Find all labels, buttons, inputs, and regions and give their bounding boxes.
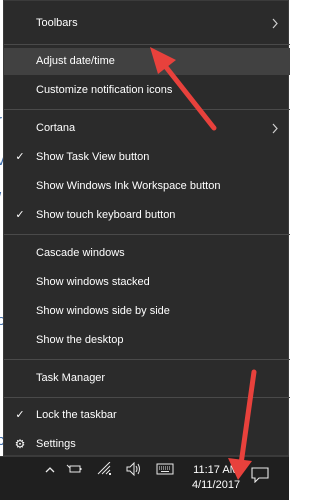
taskbar-clock[interactable]: 11:17 AM 4/11/2017 <box>188 463 244 493</box>
menu-item-show-windows-ink-workspace-button[interactable]: Show Windows Ink Workspace button <box>4 173 290 200</box>
battery-icon[interactable] <box>66 463 82 475</box>
menu-separator <box>4 44 290 45</box>
menu-item-adjust-date-time[interactable]: Adjust date/time <box>4 48 290 75</box>
menu-item-show-windows-side-by-side[interactable]: Show windows side by side <box>4 298 290 325</box>
checkmark-icon: ✓ <box>15 409 25 421</box>
clock-date: 4/11/2017 <box>191 479 241 491</box>
menu-item-show-the-desktop[interactable]: Show the desktop <box>4 327 290 354</box>
menu-item-toolbars[interactable]: Toolbars <box>4 10 290 37</box>
menu-separator <box>4 359 290 360</box>
menu-separator <box>4 234 290 235</box>
menu-item-settings[interactable]: ⚙ Settings <box>4 431 290 458</box>
menu-item-cascade-windows[interactable]: Cascade windows <box>4 240 290 267</box>
menu-item-label: Cortana <box>36 122 76 134</box>
menu-item-show-touch-keyboard-button[interactable]: ✓ Show touch keyboard button <box>4 202 290 229</box>
menu-item-label: Show Windows Ink Workspace button <box>36 180 221 192</box>
chevron-up-icon[interactable] <box>45 466 55 474</box>
menu-item-label: Toolbars <box>36 17 78 29</box>
action-center-icon[interactable] <box>250 467 270 483</box>
menu-item-customize-notification-icons[interactable]: Customize notification icons <box>4 77 290 104</box>
menu-item-label: Show Task View button <box>36 151 150 163</box>
menu-item-lock-the-taskbar[interactable]: ✓ Lock the taskbar <box>4 402 290 429</box>
keyboard-icon[interactable] <box>156 463 174 475</box>
taskbar-context-menu: Toolbars Adjust date/time Customize noti… <box>3 0 290 458</box>
menu-item-label: Customize notification icons <box>36 84 173 96</box>
checkmark-icon: ✓ <box>15 209 25 221</box>
menu-item-label: Settings <box>36 438 76 450</box>
gear-icon: ⚙ <box>14 437 26 451</box>
volume-icon[interactable] <box>126 462 142 476</box>
menu-item-label: Task Manager <box>36 372 106 384</box>
menu-separator <box>4 109 290 110</box>
menu-item-label: Show windows stacked <box>36 276 150 288</box>
menu-item-label: Cascade windows <box>36 247 125 259</box>
menu-item-label: Lock the taskbar <box>36 409 117 421</box>
background-text-fragment: r <box>0 112 2 129</box>
menu-item-label: Show touch keyboard button <box>36 209 176 221</box>
checkmark-icon: ✓ <box>15 151 25 163</box>
chevron-right-icon <box>272 123 278 134</box>
menu-item-task-manager[interactable]: Task Manager <box>4 365 290 392</box>
menu-item-cortana[interactable]: Cortana <box>4 115 290 142</box>
background-text-fragment: / <box>0 190 1 207</box>
menu-separator <box>4 397 290 398</box>
menu-item-label: Show the desktop <box>36 334 124 346</box>
clock-time: 11:17 AM <box>193 464 239 476</box>
menu-item-label: Show windows side by side <box>36 305 170 317</box>
taskbar: 11:17 AM 4/11/2017 <box>0 456 289 500</box>
menu-item-show-task-view-button[interactable]: ✓ Show Task View button <box>4 144 290 171</box>
wifi-icon[interactable] <box>96 462 112 476</box>
menu-item-label: Adjust date/time <box>36 55 115 67</box>
menu-item-show-windows-stacked[interactable]: Show windows stacked <box>4 269 290 296</box>
chevron-right-icon <box>272 18 278 29</box>
